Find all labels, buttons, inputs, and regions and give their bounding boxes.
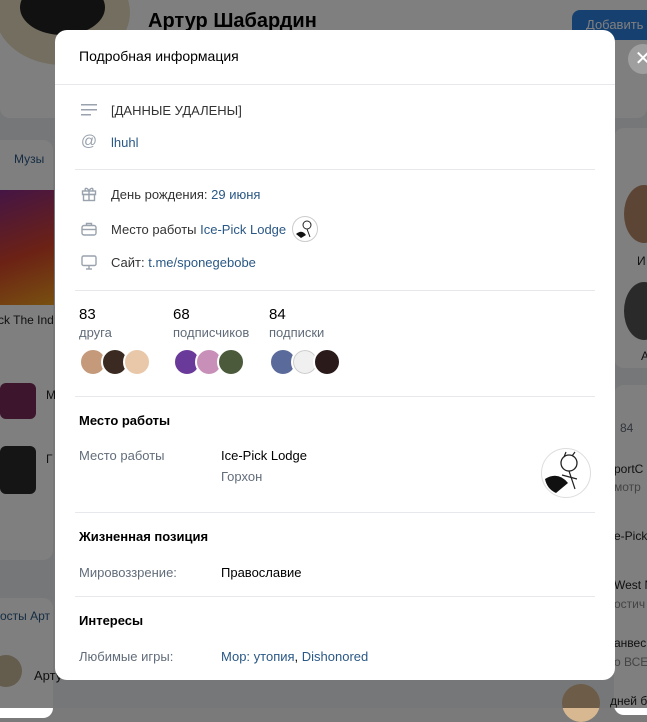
game-link-2[interactable]: Dishonored (302, 649, 369, 664)
followers-count: 68 (173, 306, 190, 323)
close-icon: ✕ (634, 48, 647, 70)
status-row: [ДАННЫЕ УДАЛЕНЫ] (79, 100, 242, 120)
briefcase-icon (79, 219, 99, 239)
work-logo-small (292, 216, 319, 242)
work-link[interactable]: Ice-Pick Lodge (200, 222, 286, 237)
subscriptions-counter[interactable]: 84 подписки (269, 306, 341, 376)
avatar[interactable] (123, 348, 151, 376)
modal-title: Подробная информация (79, 48, 239, 64)
followers-avatars (173, 348, 249, 376)
subscriptions-label: подписки (269, 325, 325, 340)
site-row: Сайт: t.me/sponegebobe (79, 252, 256, 272)
game-separator: , (294, 649, 302, 664)
status-text: [ДАННЫЕ УДАЛЕНЫ] (111, 102, 242, 118)
life-section-title: Жизненная позиция (79, 529, 209, 544)
work-section-key: Место работы (79, 448, 165, 463)
subscriptions-avatars (269, 348, 341, 376)
birthday-label: День рождения: (111, 186, 208, 202)
nickname-row: @ lhuhl (79, 132, 139, 152)
divider (55, 84, 615, 85)
at-icon: @ (80, 133, 98, 150)
lines-icon (79, 100, 99, 120)
interests-section-value: Мор: утопия, Dishonored (221, 649, 368, 664)
nickname-link[interactable]: lhuhl (111, 135, 138, 150)
site-link[interactable]: t.me/sponegebobe (148, 255, 256, 270)
details-modal: Подробная информация [ДАННЫЕ УДАЛЕНЫ] @ … (55, 30, 615, 680)
avatar[interactable] (313, 348, 341, 376)
life-section-value: Православие (221, 565, 302, 580)
work-logo[interactable] (541, 448, 591, 498)
work-section-company[interactable]: Ice-Pick Lodge (221, 448, 307, 463)
subscriptions-count: 84 (269, 306, 286, 323)
friends-avatars (79, 348, 151, 376)
friends-counter[interactable]: 83 друга (79, 306, 151, 376)
divider (75, 512, 595, 513)
birthday-link[interactable]: 29 июня (211, 187, 260, 202)
life-section-key: Мировоззрение: (79, 565, 177, 580)
followers-counter[interactable]: 68 подписчиков (173, 306, 249, 376)
divider (75, 396, 595, 397)
work-section-position: Горхон (221, 469, 263, 484)
friends-count: 83 (79, 306, 96, 323)
work-label: Место работы (111, 221, 197, 237)
birthday-row: День рождения: 29 июня (79, 184, 260, 204)
divider (75, 596, 595, 597)
interests-section-title: Интересы (79, 613, 144, 628)
work-row: Место работы Ice-Pick Lodge (79, 216, 319, 242)
game-link-1[interactable]: Мор: утопия (221, 649, 295, 664)
work-section-title: Место работы (79, 413, 171, 428)
divider (75, 290, 595, 291)
site-label: Сайт: (111, 254, 145, 270)
avatar[interactable] (217, 348, 245, 376)
divider (75, 169, 595, 170)
friends-label: друга (79, 325, 112, 340)
monitor-icon (79, 252, 99, 272)
interests-section-key: Любимые игры: (79, 649, 174, 664)
followers-label: подписчиков (173, 325, 250, 340)
gift-icon (79, 184, 99, 204)
